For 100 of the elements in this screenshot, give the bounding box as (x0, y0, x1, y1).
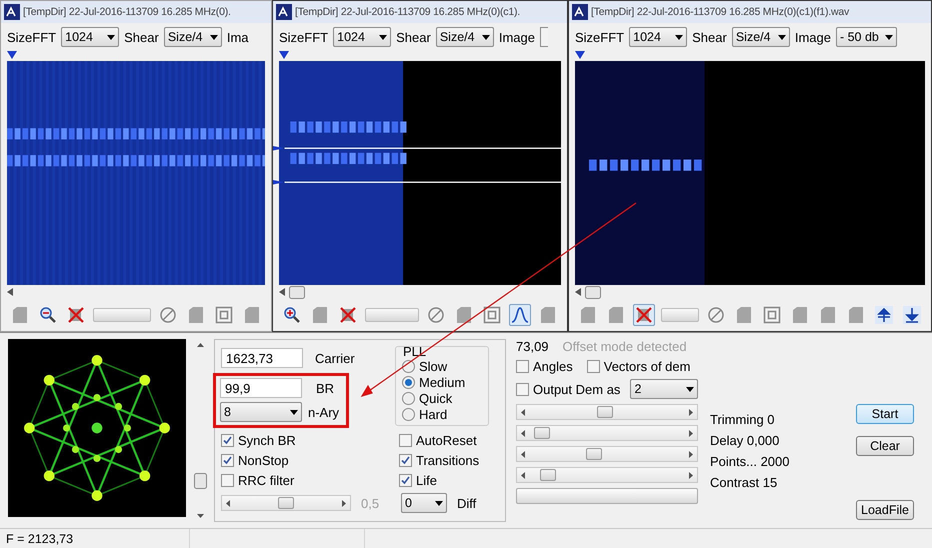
checkbox[interactable]: Transitions (399, 453, 499, 468)
scroll-right-icon (689, 451, 693, 458)
slider-thumb[interactable] (597, 406, 614, 418)
dropdown[interactable] (540, 27, 548, 47)
caret-icon (778, 34, 786, 40)
checkbox[interactable]: Angles (516, 359, 573, 374)
slider[interactable] (516, 404, 698, 420)
caret-icon (435, 500, 443, 506)
checkbox[interactable]: Life (399, 473, 499, 488)
checkbox[interactable]: AutoReset (399, 433, 499, 448)
scroll-left-icon (279, 288, 285, 296)
checkmark-icon (223, 436, 232, 445)
dropdown[interactable]: Size/4 (732, 27, 790, 47)
delete-icon (67, 306, 85, 324)
radio-button[interactable]: Quick (402, 391, 482, 406)
prohibited-icon (159, 306, 177, 324)
checkmark-icon (223, 456, 232, 465)
dropdown[interactable]: Size/4 (436, 27, 494, 47)
field-label: Carrier (315, 350, 355, 366)
tool-button[interactable] (873, 304, 895, 326)
toolbar-label: SizeFFT (279, 30, 328, 44)
scroll-thumb[interactable] (194, 472, 206, 488)
dropdown[interactable]: 0 (401, 493, 447, 513)
zoom-in-icon (283, 306, 301, 324)
dropdown[interactable]: - 50 db (836, 27, 897, 47)
slider-thumb[interactable] (586, 448, 602, 460)
checkmark-icon (401, 456, 410, 465)
push-button[interactable]: Start (856, 404, 914, 424)
window-title: [TempDir] 22-Jul-2016-113709 16.285 MHz(0). (23, 6, 231, 18)
dropdown[interactable]: Size/4 (164, 27, 222, 47)
field-label: Diff (457, 496, 476, 510)
page-icon (311, 306, 329, 324)
page-icon (735, 306, 753, 324)
square-icon (215, 306, 233, 324)
scroll-thumb[interactable] (585, 286, 601, 298)
dropdown[interactable]: 1024 (61, 27, 120, 47)
app-logo-icon (4, 4, 20, 20)
caret-icon (379, 34, 388, 40)
dropdown[interactable]: 2 (630, 379, 698, 399)
checkbox[interactable]: RRC filter (221, 473, 391, 488)
text-field[interactable] (365, 308, 419, 322)
toolbar-label: Image (498, 30, 535, 44)
push-button[interactable]: Clear (856, 436, 914, 456)
radio-dot (405, 379, 412, 386)
checkmark-icon (401, 476, 410, 485)
tool-button[interactable] (509, 304, 531, 326)
caret-icon (884, 34, 893, 40)
dropdown[interactable]: 8 (220, 402, 302, 422)
group-title: PLL (403, 344, 426, 359)
toolbar-label: Shear (124, 30, 159, 44)
slider-label: Points... 2000 (710, 453, 790, 469)
radio-button[interactable]: Medium (402, 375, 482, 390)
page-icon (11, 306, 29, 324)
scroll-left-icon (521, 472, 525, 479)
dropdown[interactable]: 1024 (333, 27, 392, 47)
page-icon (819, 306, 837, 324)
slider-value: 0,5 (361, 496, 380, 510)
slider-label: Trimming 0 (710, 411, 776, 427)
tool-button[interactable] (633, 304, 655, 326)
window-title: [TempDir] 22-Jul-2016-113709 16.285 MHz(0)(c1)(f1).wav (591, 6, 850, 18)
slider[interactable] (516, 467, 698, 483)
bell-curve-icon (511, 306, 529, 324)
toolbar-label: SizeFFT (575, 30, 624, 44)
caret-icon (290, 410, 298, 414)
status-message: Offset mode detected (562, 339, 687, 354)
radio-button[interactable]: Hard (402, 407, 482, 422)
tool-button[interactable] (481, 304, 503, 326)
text-field[interactable] (661, 308, 699, 322)
scroll-left-icon (575, 288, 581, 296)
checkbox[interactable]: NonStop (221, 453, 391, 468)
slider-thumb[interactable] (534, 427, 550, 439)
marker-icon (575, 51, 585, 59)
slider[interactable] (516, 446, 698, 462)
page-icon (847, 306, 865, 324)
caret-icon (675, 34, 684, 40)
page-icon (455, 306, 473, 324)
tool-button[interactable] (901, 304, 923, 326)
scroll-thumb[interactable] (289, 286, 305, 298)
slider[interactable] (221, 495, 351, 511)
caret-icon (482, 34, 490, 40)
page-icon (607, 306, 625, 324)
prohibited-icon (427, 306, 445, 324)
toolbar-label: Shear (396, 30, 431, 44)
slider[interactable] (516, 425, 698, 441)
checkbox[interactable]: Output Dem as (516, 382, 620, 396)
push-button[interactable]: LoadFile (856, 500, 914, 520)
slider-thumb[interactable] (278, 497, 294, 509)
checkbox[interactable]: Synch BR (221, 433, 391, 448)
text-field[interactable] (93, 308, 151, 322)
scroll-left-icon (226, 500, 230, 507)
input-field[interactable]: 1623,73 (221, 348, 303, 368)
input-field[interactable]: 99,9 (220, 378, 302, 398)
square-icon (483, 306, 501, 324)
checkbox[interactable]: Vectors of dem (586, 359, 690, 374)
caret-icon (210, 34, 218, 40)
dropdown[interactable]: 1024 (629, 27, 688, 47)
window-title: [TempDir] 22-Jul-2016-113709 16.285 MHz(0)(c1). (295, 6, 520, 18)
scroll-right-icon (689, 472, 693, 479)
scroll-left-icon (521, 409, 525, 416)
slider-thumb[interactable] (540, 469, 556, 481)
